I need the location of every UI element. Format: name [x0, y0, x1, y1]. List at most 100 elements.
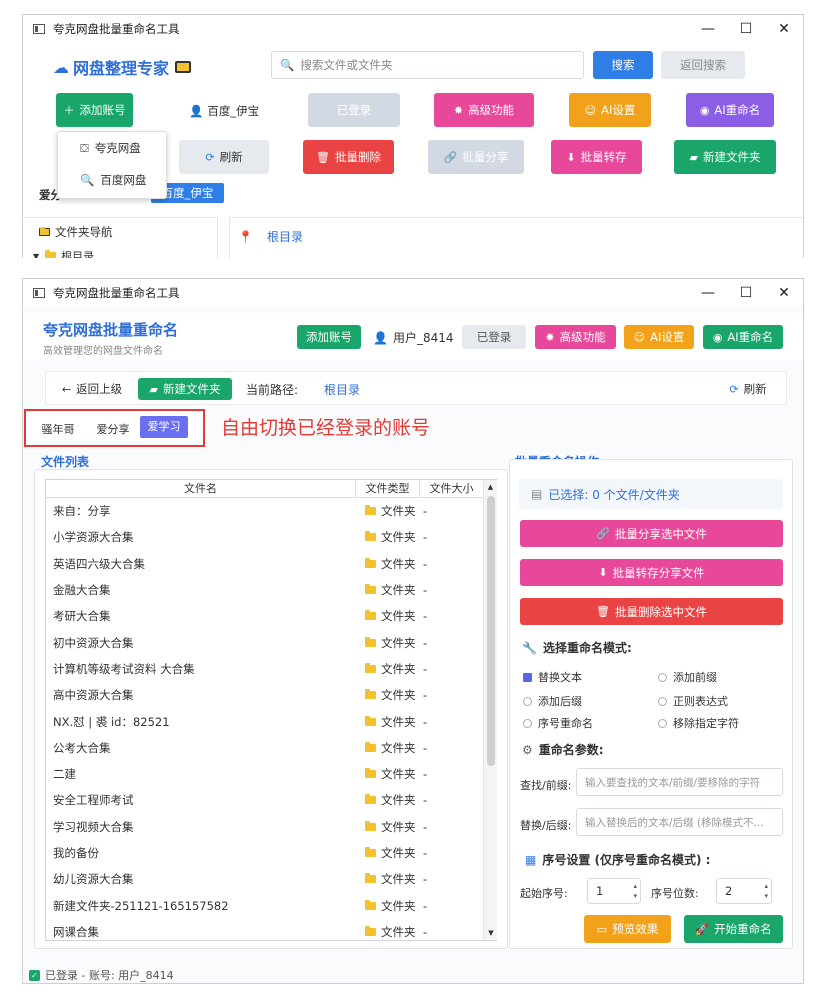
digits-label: 序号位数:	[651, 887, 699, 900]
main-window-title: 夸克网盘批量重命名工具	[53, 286, 180, 300]
table-row[interactable]: 考研大合集 文件夹 -	[47, 603, 484, 629]
digits-spinbox[interactable]: 2 ▴ ▾	[716, 878, 772, 904]
file-type-text: 文件夹	[381, 846, 416, 861]
minimize-button[interactable]: —	[689, 279, 727, 307]
main-titlebar: 夸克网盘批量重命名工具	[23, 279, 803, 307]
table-row[interactable]: 英语四六级大合集 文件夹 -	[47, 551, 484, 577]
table-row[interactable]: 公考大合集 文件夹 -	[47, 735, 484, 761]
file-list-title: 文件列表	[41, 455, 90, 469]
file-type-text: 文件夹	[381, 688, 416, 703]
close-button[interactable]: ✕	[765, 279, 803, 307]
back-search-button[interactable]: 返回搜索	[661, 51, 745, 79]
col-header-size[interactable]: 文件大小	[420, 480, 483, 497]
account-tab-1[interactable]: 爱分享	[83, 421, 143, 437]
scroll-up-icon[interactable]: ▲	[484, 483, 497, 491]
account-tab-2[interactable]: 爱学习	[140, 416, 188, 438]
tree-root[interactable]: ▼ 根目录	[23, 240, 217, 258]
search-button[interactable]: 搜索	[593, 51, 653, 79]
maximize-button[interactable]: ☐	[727, 15, 765, 43]
top-batch-share-button[interactable]: 🔗 批量分享	[428, 140, 524, 174]
refresh-button[interactable]: ⟳ 刷新	[720, 378, 776, 400]
top-batch-save-button[interactable]: ⬇ 批量转存	[551, 140, 642, 174]
folder-icon	[365, 662, 376, 673]
col-header-type[interactable]: 文件类型	[356, 480, 420, 497]
table-row[interactable]: 安全工程师考试 文件夹 -	[47, 787, 484, 813]
file-name-cell: 计算机等级考试资料 大合集	[53, 661, 195, 676]
table-row[interactable]: 金融大合集 文件夹 -	[47, 577, 484, 603]
search-input[interactable]: 🔍 搜索文件或文件夹	[271, 51, 584, 79]
batch-save-button[interactable]: ⬇ 批量转存分享文件	[520, 559, 783, 586]
table-row[interactable]: 幼儿资源大合集 文件夹 -	[47, 866, 484, 892]
top-window: 夸克网盘批量重命名工具 — ☐ ✕ ☁ 网盘整理专家 🔍 搜索文件或文件夹 搜索…	[22, 14, 804, 258]
folder-icon	[365, 531, 376, 542]
table-row[interactable]: 我的备份 文件夹 -	[47, 840, 484, 866]
advanced-button[interactable]: ✸ 高级功能	[535, 325, 616, 349]
radio-icon	[523, 719, 532, 728]
dropdown-item-baidu[interactable]: 🔍 百度网盘	[58, 164, 166, 196]
top-refresh-button[interactable]: ⟳ 刷新	[179, 140, 269, 174]
breadcrumb-panel: 📍 根目录	[229, 217, 803, 258]
folder-icon	[365, 557, 376, 568]
scroll-down-icon[interactable]: ▼	[484, 929, 498, 937]
mode-option-regex[interactable]: 正则表达式	[658, 693, 728, 709]
batch-share-label: 批量分享选中文件	[614, 526, 707, 541]
digits-value: 2	[725, 884, 733, 898]
file-size-cell: -	[423, 793, 428, 808]
table-row[interactable]: 新建文件夹-251121-165157582 文件夹 -	[47, 893, 484, 919]
ai-rename-label: AI重命名	[727, 330, 774, 344]
ai-settings-button[interactable]: ☺ AI设置	[624, 325, 694, 349]
top-logged-in-button[interactable]: 已登录	[308, 93, 400, 127]
top-ai-rename-button[interactable]: ◉ AI重命名	[686, 93, 774, 127]
scrollbar[interactable]: ▲ ▼	[483, 480, 497, 940]
account-tab-0[interactable]: 骚年哥	[28, 421, 88, 437]
file-type-cell: 文件夹	[357, 714, 417, 730]
logged-in-button[interactable]: 已登录	[462, 325, 526, 349]
close-button[interactable]: ✕	[765, 15, 803, 43]
find-input[interactable]: 输入要查找的文本/前缀/要移除的字符	[576, 768, 783, 796]
preview-button[interactable]: ▭ 预览效果	[584, 915, 671, 943]
mode-option-prefix[interactable]: 添加前缀	[658, 669, 717, 685]
top-brand-text: 网盘整理专家	[73, 59, 170, 78]
table-row[interactable]: 学习视频大合集 文件夹 -	[47, 814, 484, 840]
table-row[interactable]: 初中资源大合集 文件夹 -	[47, 630, 484, 656]
table-row[interactable]: 网课合集 文件夹 -	[47, 919, 484, 945]
dropdown-item-quark[interactable]: ⛋ 夸克网盘	[58, 132, 166, 164]
table-row[interactable]: 二建 文件夹 -	[47, 761, 484, 787]
replace-input[interactable]: 输入替换后的文本/后缀 (移除模式不...	[576, 808, 783, 836]
minimize-button[interactable]: —	[689, 15, 727, 43]
table-row[interactable]: NX.怼 | 裘 id：82521 文件夹 -	[47, 708, 484, 734]
top-add-account-button[interactable]: ＋ 添加账号	[56, 93, 133, 127]
start-rename-button[interactable]: 🚀 开始重命名	[684, 915, 783, 943]
mode-option-sequence[interactable]: 序号重命名	[523, 715, 593, 731]
folder-icon	[39, 227, 50, 236]
mode-option-suffix[interactable]: 添加后缀	[523, 693, 582, 709]
scroll-thumb[interactable]	[487, 496, 495, 766]
top-advanced-button[interactable]: ✸ 高级功能	[434, 93, 534, 127]
mode-option-remove[interactable]: 移除指定字符	[658, 715, 739, 731]
col-header-name[interactable]: 文件名	[46, 480, 356, 497]
table-row[interactable]: 高中资源大合集 文件夹 -	[47, 682, 484, 708]
trash-icon: 🗑	[316, 150, 330, 164]
spin-arrows-icon[interactable]: ▴ ▾	[764, 881, 768, 901]
table-row[interactable]: 小学资源大合集 文件夹 -	[47, 524, 484, 550]
table-row[interactable]: 计算机等级考试资料 大合集 文件夹 -	[47, 656, 484, 682]
back-button[interactable]: ← 返回上级	[54, 378, 130, 400]
spin-arrows-icon[interactable]: ▴ ▾	[633, 881, 637, 901]
file-name-cell: NX.怼 | 裘 id：82521	[53, 714, 170, 729]
add-account-button[interactable]: 添加账号	[297, 325, 361, 349]
maximize-button[interactable]: ☐	[727, 279, 765, 307]
file-type-cell: 文件夹	[357, 924, 417, 940]
top-batch-delete-button[interactable]: 🗑 批量删除	[303, 140, 394, 174]
start-spinbox[interactable]: 1 ▴ ▾	[587, 878, 641, 904]
top-ai-settings-button[interactable]: ☺ AI设置	[569, 93, 651, 127]
table-row[interactable]: 来自：分享 文件夹 -	[47, 498, 484, 524]
path-value[interactable]: 根目录	[324, 381, 360, 398]
mode-option-replace[interactable]: 替换文本	[523, 669, 582, 685]
top-new-folder-button[interactable]: ▰ 新建文件夹	[674, 140, 776, 174]
new-folder-button[interactable]: ▰ 新建文件夹	[138, 378, 232, 400]
breadcrumb-root[interactable]: 根目录	[267, 228, 303, 245]
link-icon: 🔗	[596, 527, 610, 540]
batch-delete-button[interactable]: 🗑 批量删除选中文件	[520, 598, 783, 625]
ai-rename-button[interactable]: ◉ AI重命名	[703, 325, 783, 349]
batch-share-button[interactable]: 🔗 批量分享选中文件	[520, 520, 783, 547]
